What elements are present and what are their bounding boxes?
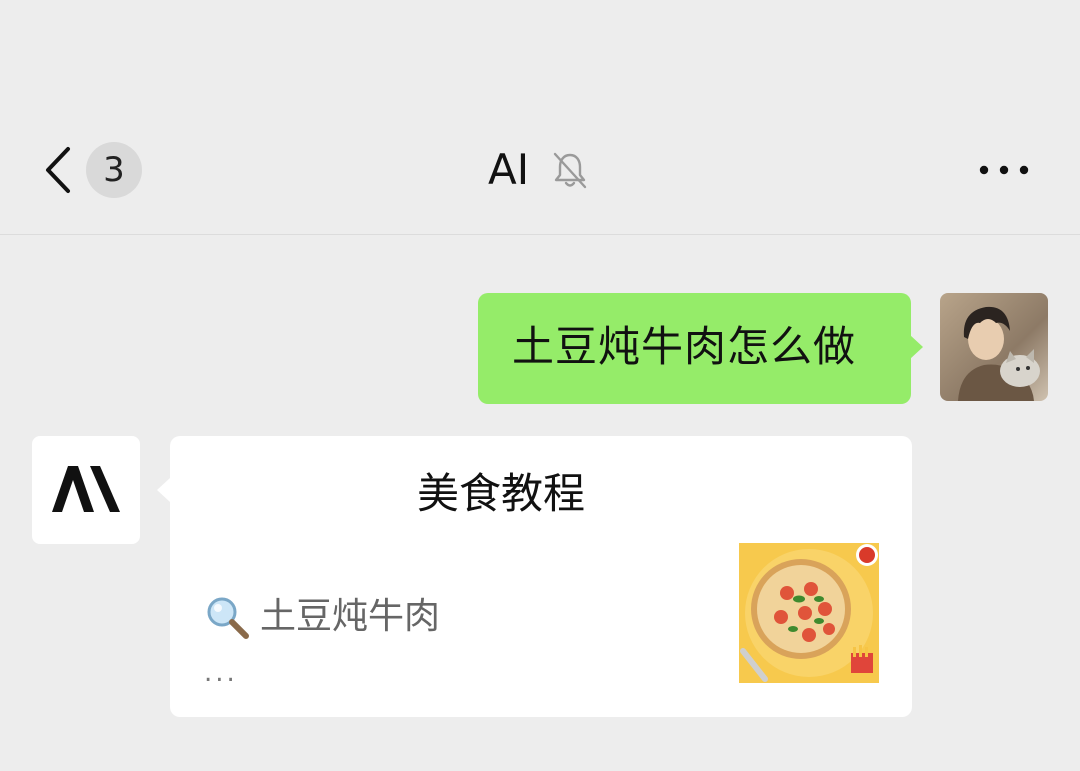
recipe-card[interactable]: 美食教程 土豆炖牛肉 ... bbox=[157, 436, 912, 717]
search-query-text: 土豆炖牛肉 bbox=[260, 596, 441, 637]
bell-muted-icon bbox=[553, 152, 587, 189]
more-horizontal-icon[interactable] bbox=[978, 158, 1030, 182]
anthropic-logo-icon bbox=[52, 466, 120, 512]
chat-header: 3 AI bbox=[0, 120, 1080, 235]
magnifier-icon bbox=[207, 597, 249, 639]
ai-avatar[interactable] bbox=[32, 436, 140, 544]
chat-title: AI bbox=[488, 145, 530, 194]
outgoing-message-text: 土豆炖牛肉怎么做 bbox=[512, 322, 857, 371]
user-avatar[interactable] bbox=[940, 293, 1048, 401]
card-ellipsis: ... bbox=[204, 658, 238, 688]
chevron-left-icon[interactable] bbox=[40, 145, 74, 195]
user-avatar-image bbox=[940, 293, 1048, 401]
pizza-image bbox=[739, 543, 879, 683]
unread-count-badge[interactable]: 3 bbox=[86, 142, 142, 198]
outgoing-message-bubble[interactable]: 土豆炖牛肉怎么做 bbox=[478, 293, 923, 404]
pizza-thumbnail[interactable] bbox=[739, 543, 879, 683]
card-title: 美食教程 bbox=[416, 469, 585, 518]
